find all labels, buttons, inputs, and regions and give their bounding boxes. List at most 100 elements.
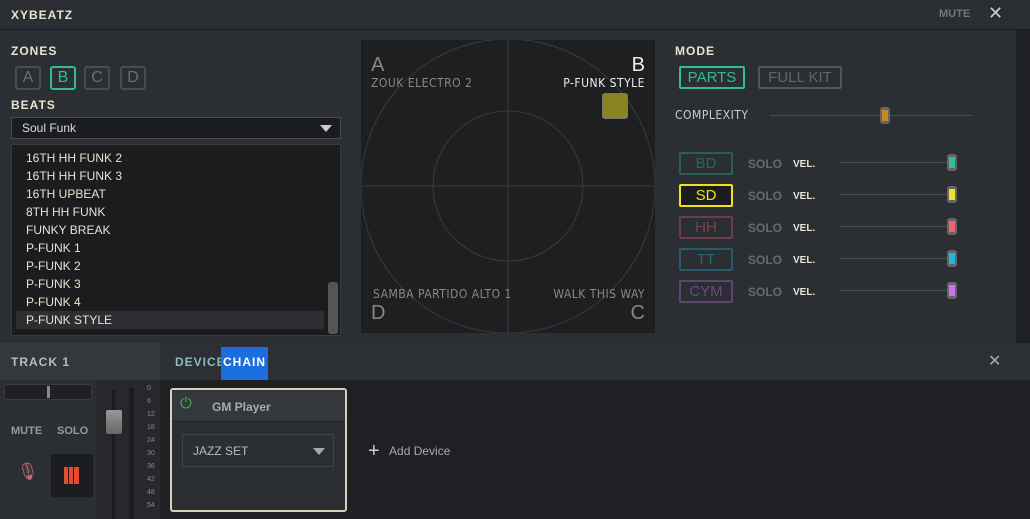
close-icon[interactable]: ✕: [988, 3, 1003, 24]
beat-list-item[interactable]: P-FUNK 4: [16, 293, 324, 311]
list-scrollbar[interactable]: [328, 282, 338, 334]
title-bar: XYBEATZ MUTE ✕: [0, 0, 1030, 30]
complexity-slider[interactable]: [770, 115, 972, 116]
fader-tick-label: 54: [147, 502, 155, 509]
complexity-slider-thumb[interactable]: [880, 107, 891, 124]
xy-pad[interactable]: A ZOUK ELECTRO 2 B P-FUNK STYLE SAMBA PA…: [361, 40, 655, 333]
zone-b-button[interactable]: B: [50, 66, 76, 90]
level-meter: [129, 388, 134, 519]
velocity-label: VEL.: [793, 191, 816, 202]
part-solo-button[interactable]: SOLO: [748, 285, 782, 299]
corner-c-beat: WALK THIS WAY: [553, 287, 645, 301]
track-title: TRACK 1: [11, 355, 71, 369]
velocity-label: VEL.: [793, 159, 816, 170]
beat-category-value: Soul Funk: [22, 121, 77, 135]
beat-list-item[interactable]: P-FUNK 2: [16, 257, 324, 275]
mute-button[interactable]: MUTE: [939, 8, 970, 20]
chevron-down-icon: [313, 448, 325, 455]
device-chain-header: DEVICE CHAIN ✕: [160, 343, 1030, 380]
track-header: TRACK 1: [0, 343, 160, 380]
zones-title: ZONES: [11, 44, 58, 58]
fader-tick-label: 0: [147, 385, 151, 392]
part-sd-button[interactable]: SD: [679, 184, 733, 207]
corner-a-letter: A: [371, 54, 385, 76]
pan-slider[interactable]: [4, 384, 92, 400]
track-mute-button[interactable]: MUTE: [11, 425, 42, 437]
fader-tick-label: 48: [147, 489, 155, 496]
chain-title-highlight: CHAIN: [221, 347, 268, 380]
velocity-slider[interactable]: [840, 290, 952, 291]
complexity-label: COMPLEXITY: [675, 108, 749, 122]
beat-list-item[interactable]: 8TH HH FUNK: [16, 203, 324, 221]
corner-d-beat: SAMBA PARTIDO ALTO 1: [373, 287, 512, 301]
device-gm-player: ⏻ GM Player JAZZ SET: [170, 388, 347, 512]
beat-list-item[interactable]: 16TH UPBEAT: [16, 185, 324, 203]
fader-tick-label: 12: [147, 411, 155, 418]
app-title: XYBEATZ: [11, 8, 74, 22]
part-solo-button[interactable]: SOLO: [748, 189, 782, 203]
beat-category-dropdown[interactable]: Soul Funk: [11, 117, 341, 139]
fader-tick-label: 36: [147, 463, 155, 470]
power-icon[interactable]: ⏻: [180, 395, 192, 412]
microphone-icon[interactable]: 🎙: [17, 462, 39, 482]
beat-list-item[interactable]: P-FUNK 1: [16, 239, 324, 257]
velocity-label: VEL.: [793, 223, 816, 234]
velocity-slider[interactable]: [840, 162, 952, 163]
velocity-label: VEL.: [793, 255, 816, 266]
mode-parts-button[interactable]: PARTS: [679, 66, 745, 89]
velocity-slider[interactable]: [840, 194, 952, 195]
velocity-slider-thumb[interactable]: [947, 250, 957, 267]
xy-puck[interactable]: [602, 93, 628, 119]
mode-full-kit-button[interactable]: FULL KIT: [758, 66, 842, 89]
velocity-slider-thumb[interactable]: [947, 218, 957, 235]
fader-tick-label: 24: [147, 437, 155, 444]
velocity-slider-thumb[interactable]: [947, 186, 957, 203]
zone-c-button[interactable]: C: [84, 66, 110, 90]
velocity-slider[interactable]: [840, 226, 952, 227]
beat-list-item[interactable]: FUNKY BREAK: [16, 221, 324, 239]
instrument-button[interactable]: [51, 454, 93, 497]
zone-a-button[interactable]: A: [15, 66, 41, 90]
velocity-slider-thumb[interactable]: [947, 282, 957, 299]
corner-b-beat: P-FUNK STYLE: [563, 76, 645, 90]
plus-icon: +: [368, 440, 380, 462]
preset-value: JAZZ SET: [193, 444, 249, 458]
beat-list-item[interactable]: P-FUNK 3: [16, 275, 324, 293]
device-chain-title: DEVICE: [175, 355, 226, 369]
preset-dropdown[interactable]: JAZZ SET: [182, 434, 334, 467]
zone-d-button[interactable]: D: [120, 66, 146, 90]
beat-list-item[interactable]: 16TH HH FUNK 3: [16, 167, 324, 185]
velocity-label: VEL.: [793, 287, 816, 298]
corner-b-letter: B: [631, 54, 645, 76]
velocity-slider-thumb[interactable]: [947, 154, 957, 171]
add-device-button[interactable]: + Add Device: [368, 440, 450, 463]
beat-list-item[interactable]: 16TH HH FUNK 2: [16, 149, 324, 167]
fader-tick-label: 6: [147, 398, 151, 405]
fader-tick-label: 42: [147, 476, 155, 483]
part-cym-button[interactable]: CYM: [679, 280, 733, 303]
beat-list-item[interactable]: P-FUNK STYLE: [16, 311, 324, 329]
add-device-label: Add Device: [389, 443, 451, 458]
part-tt-button[interactable]: TT: [679, 248, 733, 271]
corner-d-letter: D: [371, 302, 386, 324]
part-hh-button[interactable]: HH: [679, 216, 733, 239]
part-solo-button[interactable]: SOLO: [748, 221, 782, 235]
chevron-down-icon: [320, 125, 332, 132]
part-solo-button[interactable]: SOLO: [748, 253, 782, 267]
part-bd-button[interactable]: BD: [679, 152, 733, 175]
piano-icon: [64, 467, 79, 484]
velocity-slider[interactable]: [840, 258, 952, 259]
track-controls: MUTE SOLO 🎙: [0, 380, 96, 519]
corner-c-letter: C: [630, 302, 645, 324]
track-solo-button[interactable]: SOLO: [57, 425, 88, 437]
fader-tick-label: 30: [147, 450, 155, 457]
close-chain-icon[interactable]: ✕: [988, 351, 1001, 371]
fader-thumb[interactable]: [106, 410, 122, 434]
mode-title: MODE: [675, 44, 715, 58]
beats-list: P-FUNK STYLE P-FUNK 4 P-FUNK 3 P-FUNK 2 P-FU…: [11, 144, 341, 336]
device-name: GM Player: [212, 400, 271, 414]
device-header: ⏻ GM Player: [172, 390, 345, 422]
part-solo-button[interactable]: SOLO: [748, 157, 782, 171]
beats-title: BEATS: [11, 98, 56, 112]
corner-a-beat: ZOUK ELECTRO 2: [371, 76, 473, 90]
